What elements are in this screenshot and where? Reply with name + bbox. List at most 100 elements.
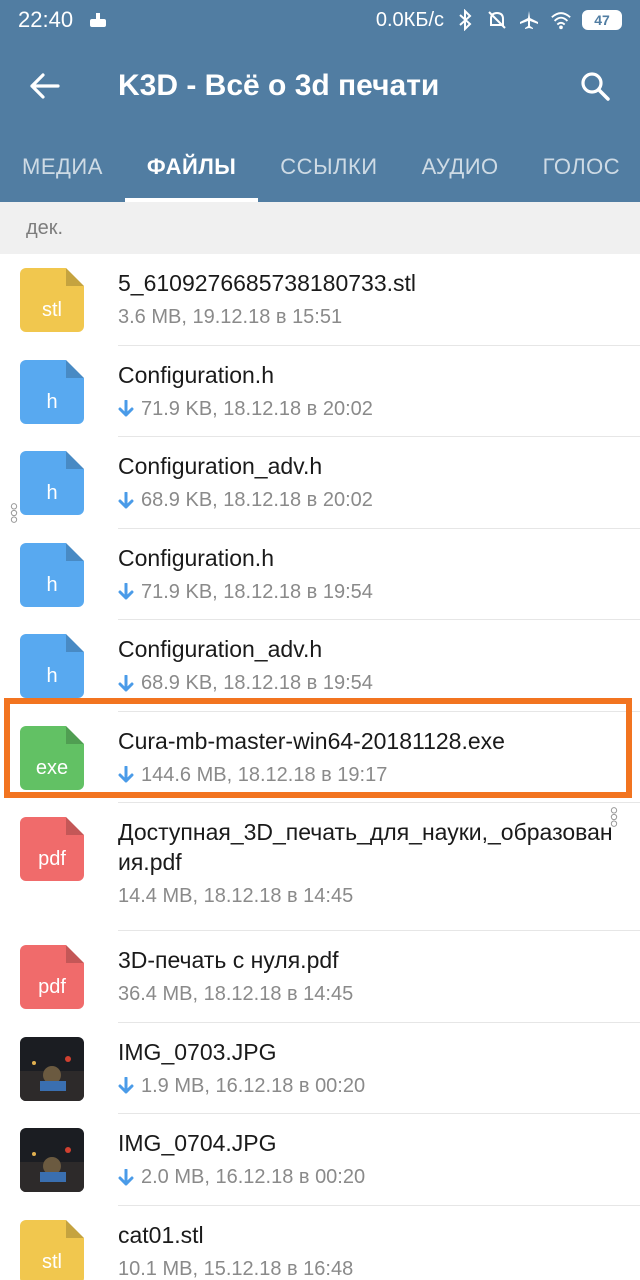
file-name: Доступная_3D_печать_для_науки,_образован… [118, 819, 613, 875]
file-row[interactable]: h Configuration_adv.h 68.9 KB, 18.12.18 в … [0, 437, 640, 529]
file-size-date: 71.9 KB, 18.12.18 в 19:54 [141, 580, 373, 603]
file-name: Configuration_adv.h [118, 453, 323, 479]
back-arrow-icon [30, 73, 60, 99]
file-name: 3D-печать с нуля.pdf [118, 947, 339, 973]
document-icon: h [20, 451, 84, 515]
file-size-date: 68.9 KB, 18.12.18 в 19:54 [141, 672, 373, 694]
download-arrow-icon[interactable] [118, 583, 134, 601]
file-info: 5_6109276685738180733.stl 3.6 MB, 19.12.1… [118, 268, 620, 329]
file-extension-label: h [46, 665, 58, 687]
download-arrow-icon[interactable] [118, 674, 134, 693]
download-arrow-icon[interactable] [118, 1168, 134, 1187]
file-row[interactable]: stl cat01.stl 10.1 MB, 15.12.18 в 16:48 [0, 1206, 640, 1280]
document-icon: pdf [20, 817, 84, 881]
stl-file-icon: stl [20, 268, 84, 332]
file-meta: 10.1 MB, 15.12.18 в 16:48 [118, 1258, 620, 1280]
file-info: Configuration_adv.h 68.9 KB, 18.12.18 в 1… [118, 634, 620, 695]
file-row[interactable]: IMG_0704.JPG 2.0 MB, 16.12.18 в 00:20 [0, 1114, 640, 1206]
file-size-date: 36.4 MB, 18.12.18 в 14:45 [118, 983, 354, 1005]
document-icon: h [20, 542, 84, 607]
search-icon [581, 72, 610, 101]
file-row[interactable]: stl 5_6109276685738180733.stl 3.6 MB, 19.1… [0, 254, 640, 346]
file-row[interactable]: h Configuration.h 71.9 KB, 18.12.18 в 19:5… [0, 529, 640, 620]
stl-file-icon: stl [20, 1219, 84, 1280]
file-extension-label: exe [35, 756, 69, 779]
file-info: 3D-печать с нуля.pdf 36.4 MB, 18.12.18 в … [118, 945, 620, 1006]
scroll-handle-left[interactable] [10, 498, 18, 528]
document-icon: exe [20, 725, 84, 790]
tab-media[interactable]: МЕДИА [0, 132, 125, 202]
file-name: cat01.stl [118, 1221, 204, 1248]
document-icon: h [20, 359, 84, 424]
file-name: 5_6109276685738180733.stl [118, 270, 417, 296]
tab-voice[interactable]: ГОЛОС [521, 132, 640, 202]
media-tabs: МЕДИА ФАЙЛЫ ССЫЛКИ АУДИО ГОЛОС [0, 132, 640, 202]
file-name: Configuration.h [118, 361, 274, 388]
file-extension-label: h [46, 573, 58, 596]
file-list: stl 5_6109276685738180733.stl 3.6 MB, 19.1… [0, 254, 640, 1280]
file-row[interactable]: IMG_0703.JPG 1.9 MB, 16.12.18 в 00:20 [0, 1023, 640, 1114]
status-bar: 22:40 0.0КБ/с 47 [0, 0, 640, 40]
file-name: IMG_0703.JPG [118, 1038, 277, 1065]
download-arrow-icon[interactable] [118, 766, 134, 784]
file-meta: 2.0 MB, 16.12.18 в 00:20 [118, 1166, 620, 1189]
h-file-icon: h [20, 542, 84, 607]
file-meta: 144.6 MB, 18.12.18 в 19:17 [118, 764, 620, 787]
battery-indicator: 47 [582, 10, 622, 30]
file-info: Configuration.h 71.9 KB, 18.12.18 в 20:02 [118, 360, 620, 421]
file-info: IMG_0703.JPG 1.9 MB, 16.12.18 в 00:20 [118, 1037, 620, 1098]
notification-icon [87, 9, 109, 31]
h-file-icon: h [20, 634, 84, 698]
download-arrow-icon[interactable] [118, 400, 134, 418]
file-info: cat01.stl 10.1 MB, 15.12.18 в 16:48 [118, 1220, 620, 1280]
document-icon: pdf [20, 945, 84, 1009]
file-info: IMG_0704.JPG 2.0 MB, 16.12.18 в 00:20 [118, 1128, 620, 1189]
file-row[interactable]: pdf Доступная_3D_печать_для_науки,_образо… [0, 803, 640, 931]
h-file-icon: h [20, 359, 84, 424]
file-row[interactable]: h Configuration_adv.h 68.9 KB, 18.12.18 в … [0, 620, 640, 712]
search-button[interactable] [550, 40, 640, 132]
file-info: Cura-mb-master-win64-20181128.exe 144.6 M… [118, 726, 620, 787]
file-meta: 68.9 KB, 18.12.18 в 20:02 [118, 489, 620, 512]
file-name: Cura-mb-master-win64-20181128.exe [118, 727, 505, 754]
exe-file-icon: exe [20, 725, 84, 790]
scroll-handle-right[interactable] [610, 802, 618, 832]
mute-bell-icon [486, 9, 508, 31]
chat-title: K3D - Всё о 3d печати [118, 69, 440, 102]
file-extension-label: stl [42, 1250, 62, 1273]
photo-preview-icon [20, 1036, 84, 1101]
file-meta: 36.4 MB, 18.12.18 в 14:45 [118, 983, 620, 1006]
file-row[interactable]: pdf 3D-печать с нуля.pdf 36.4 MB, 18.12.18… [0, 931, 640, 1023]
file-info: Configuration.h 71.9 KB, 18.12.18 в 19:54 [118, 543, 620, 604]
status-time: 22:40 [18, 7, 74, 32]
file-size-date: 68.9 KB, 18.12.18 в 20:02 [141, 489, 373, 511]
document-icon: stl [20, 1219, 84, 1280]
file-extension-label: pdf [38, 976, 66, 998]
document-icon: h [20, 634, 84, 698]
tab-links[interactable]: ССЫЛКИ [258, 132, 399, 202]
file-row[interactable]: h Configuration.h 71.9 KB, 18.12.18 в 20:0… [0, 346, 640, 437]
app-header: K3D - Всё о 3d печати [0, 40, 640, 132]
file-size-date: 71.9 KB, 18.12.18 в 20:02 [141, 397, 373, 420]
h-file-icon: h [20, 451, 84, 515]
back-button[interactable] [0, 40, 90, 132]
section-header: дек. [0, 202, 640, 254]
pdf-file-icon: pdf [20, 817, 84, 881]
file-size-date: 144.6 MB, 18.12.18 в 19:17 [141, 763, 388, 786]
file-size-date: 14.4 MB, 18.12.18 в 14:45 [118, 885, 354, 907]
file-meta: 71.9 KB, 18.12.18 в 20:02 [118, 398, 620, 421]
tab-files[interactable]: ФАЙЛЫ [124, 132, 259, 202]
file-meta: 3.6 MB, 19.12.18 в 15:51 [118, 306, 620, 329]
download-arrow-icon[interactable] [118, 491, 134, 510]
file-size-date: 2.0 MB, 16.12.18 в 00:20 [141, 1166, 366, 1188]
file-row[interactable]: exe Cura-mb-master-win64-20181128.exe 144.… [0, 712, 640, 803]
tab-audio[interactable]: АУДИО [400, 132, 521, 202]
file-size-date: 10.1 MB, 15.12.18 в 16:48 [118, 1257, 354, 1280]
photo-preview-icon [20, 1128, 84, 1192]
file-name: Configuration.h [118, 544, 274, 571]
wifi-icon [550, 9, 572, 31]
photo-thumbnail [20, 1128, 84, 1192]
file-meta: 68.9 KB, 18.12.18 в 19:54 [118, 672, 620, 695]
pdf-file-icon: pdf [20, 945, 84, 1009]
download-arrow-icon[interactable] [118, 1077, 134, 1095]
